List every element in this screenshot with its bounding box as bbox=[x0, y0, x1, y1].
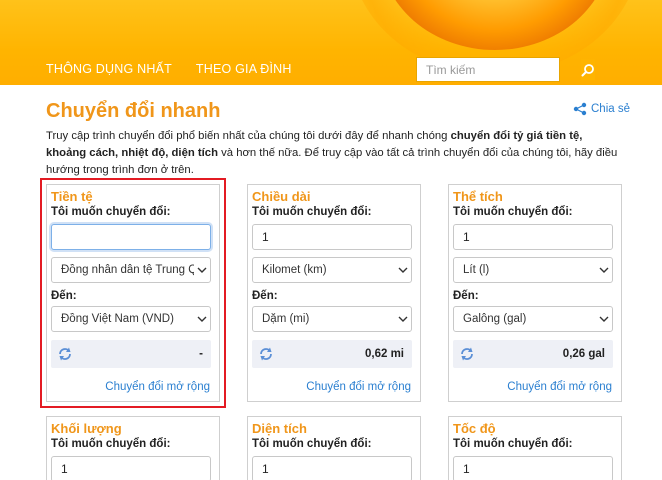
swap-button[interactable] bbox=[459, 346, 483, 362]
card-title: Thể tích bbox=[453, 189, 503, 204]
card-want-label: Tôi muốn chuyển đổi: bbox=[453, 206, 573, 218]
card-to-label: Đến: bbox=[453, 290, 479, 302]
swap-icon bbox=[59, 347, 71, 361]
from-unit-value: Lít (l) bbox=[463, 264, 490, 276]
from-unit-select[interactable]: Kilomet (km) bbox=[252, 257, 412, 283]
card-title: Khối lượng bbox=[51, 421, 122, 436]
share-label: Chia sẻ bbox=[591, 103, 630, 115]
to-unit-select[interactable]: Đồng Việt Nam (VND) bbox=[51, 306, 211, 332]
from-unit-select[interactable]: Lít (l) bbox=[453, 257, 613, 283]
chevron-down-icon bbox=[395, 267, 411, 273]
chevron-down-icon bbox=[596, 267, 612, 273]
amount-input[interactable] bbox=[51, 456, 211, 480]
share-icon bbox=[573, 102, 587, 116]
card-title: Tiền tệ bbox=[51, 189, 93, 204]
search-box bbox=[416, 57, 595, 82]
converter-card-volume: Thể tích Tôi muốn chuyển đổi: Lít (l) Đế… bbox=[448, 184, 622, 402]
chevron-down-icon bbox=[395, 316, 411, 322]
extended-converter-link[interactable]: Chuyển đổi mở rộng bbox=[507, 381, 612, 393]
to-unit-value: Galông (gal) bbox=[463, 313, 527, 325]
converter-card-length: Chiều dài Tôi muốn chuyển đổi: Kilomet (… bbox=[247, 184, 421, 402]
to-unit-value: Đồng Việt Nam (VND) bbox=[61, 313, 174, 325]
main-nav: THÔNG DỤNG NHẤT THEO GIA ĐÌNH bbox=[46, 62, 292, 76]
intro-part-1: Truy cập trình chuyển đổi phổ biến nhất … bbox=[46, 130, 451, 142]
result-box: 0,26 gal bbox=[453, 340, 613, 368]
converter-card-area: Diện tích Tôi muốn chuyển đổi: bbox=[247, 416, 421, 480]
result-value: - bbox=[199, 348, 203, 360]
converter-card-currency: Tiền tệ Tôi muốn chuyển đổi: Đồng nhân d… bbox=[40, 178, 226, 408]
amount-input[interactable] bbox=[51, 224, 211, 250]
swap-icon bbox=[461, 347, 473, 361]
to-unit-value: Dặm (mi) bbox=[262, 313, 310, 325]
amount-input[interactable] bbox=[453, 456, 613, 480]
chevron-down-icon bbox=[194, 267, 210, 273]
converter-card-mass: Khối lượng Tôi muốn chuyển đổi: bbox=[46, 416, 220, 480]
search-input[interactable] bbox=[417, 58, 581, 81]
result-value: 0,26 gal bbox=[562, 348, 605, 360]
card-title: Chiều dài bbox=[252, 189, 311, 204]
amount-input[interactable] bbox=[252, 224, 412, 250]
nav-most-popular[interactable]: THÔNG DỤNG NHẤT bbox=[46, 62, 172, 76]
amount-input[interactable] bbox=[252, 456, 412, 480]
card-want-label: Tôi muốn chuyển đổi: bbox=[252, 206, 372, 218]
card-to-label: Đến: bbox=[51, 290, 77, 302]
site-header: THÔNG DỤNG NHẤT THEO GIA ĐÌNH bbox=[0, 0, 662, 85]
amount-input[interactable] bbox=[453, 224, 613, 250]
chevron-down-icon bbox=[596, 316, 612, 322]
extended-converter-link[interactable]: Chuyển đổi mở rộng bbox=[105, 381, 210, 393]
from-unit-select[interactable]: Đồng nhân dân tệ Trung Quốc bbox=[51, 257, 211, 283]
extended-converter-link[interactable]: Chuyển đổi mở rộng bbox=[306, 381, 411, 393]
card-title: Diện tích bbox=[252, 421, 307, 436]
card-to-label: Đến: bbox=[252, 290, 278, 302]
page-title: Chuyển đổi nhanh bbox=[46, 100, 221, 122]
to-unit-select[interactable]: Galông (gal) bbox=[453, 306, 613, 332]
share-button[interactable]: Chia sẻ bbox=[573, 102, 630, 116]
swap-button[interactable] bbox=[258, 346, 282, 362]
chevron-down-icon bbox=[194, 316, 210, 322]
intro-text: Truy cập trình chuyển đổi phổ biến nhất … bbox=[46, 128, 624, 179]
swap-icon bbox=[260, 347, 272, 361]
search-button[interactable] bbox=[581, 59, 595, 80]
from-unit-value: Đồng nhân dân tệ Trung Quốc bbox=[61, 264, 194, 276]
card-want-label: Tôi muốn chuyển đổi: bbox=[453, 438, 573, 450]
result-box: - bbox=[51, 340, 211, 368]
swap-button[interactable] bbox=[57, 346, 81, 362]
result-value: 0,62 mi bbox=[365, 348, 404, 360]
result-box: 0,62 mi bbox=[252, 340, 412, 368]
search-icon bbox=[581, 63, 594, 76]
converter-card-speed: Tốc độ Tôi muốn chuyển đổi: bbox=[448, 416, 622, 480]
card-want-label: Tôi muốn chuyển đổi: bbox=[252, 438, 372, 450]
card-want-label: Tôi muốn chuyển đổi: bbox=[51, 438, 171, 450]
from-unit-value: Kilomet (km) bbox=[262, 264, 327, 276]
nav-by-family[interactable]: THEO GIA ĐÌNH bbox=[196, 62, 292, 76]
card-title: Tốc độ bbox=[453, 421, 496, 436]
to-unit-select[interactable]: Dặm (mi) bbox=[252, 306, 412, 332]
card-want-label: Tôi muốn chuyển đổi: bbox=[51, 206, 171, 218]
